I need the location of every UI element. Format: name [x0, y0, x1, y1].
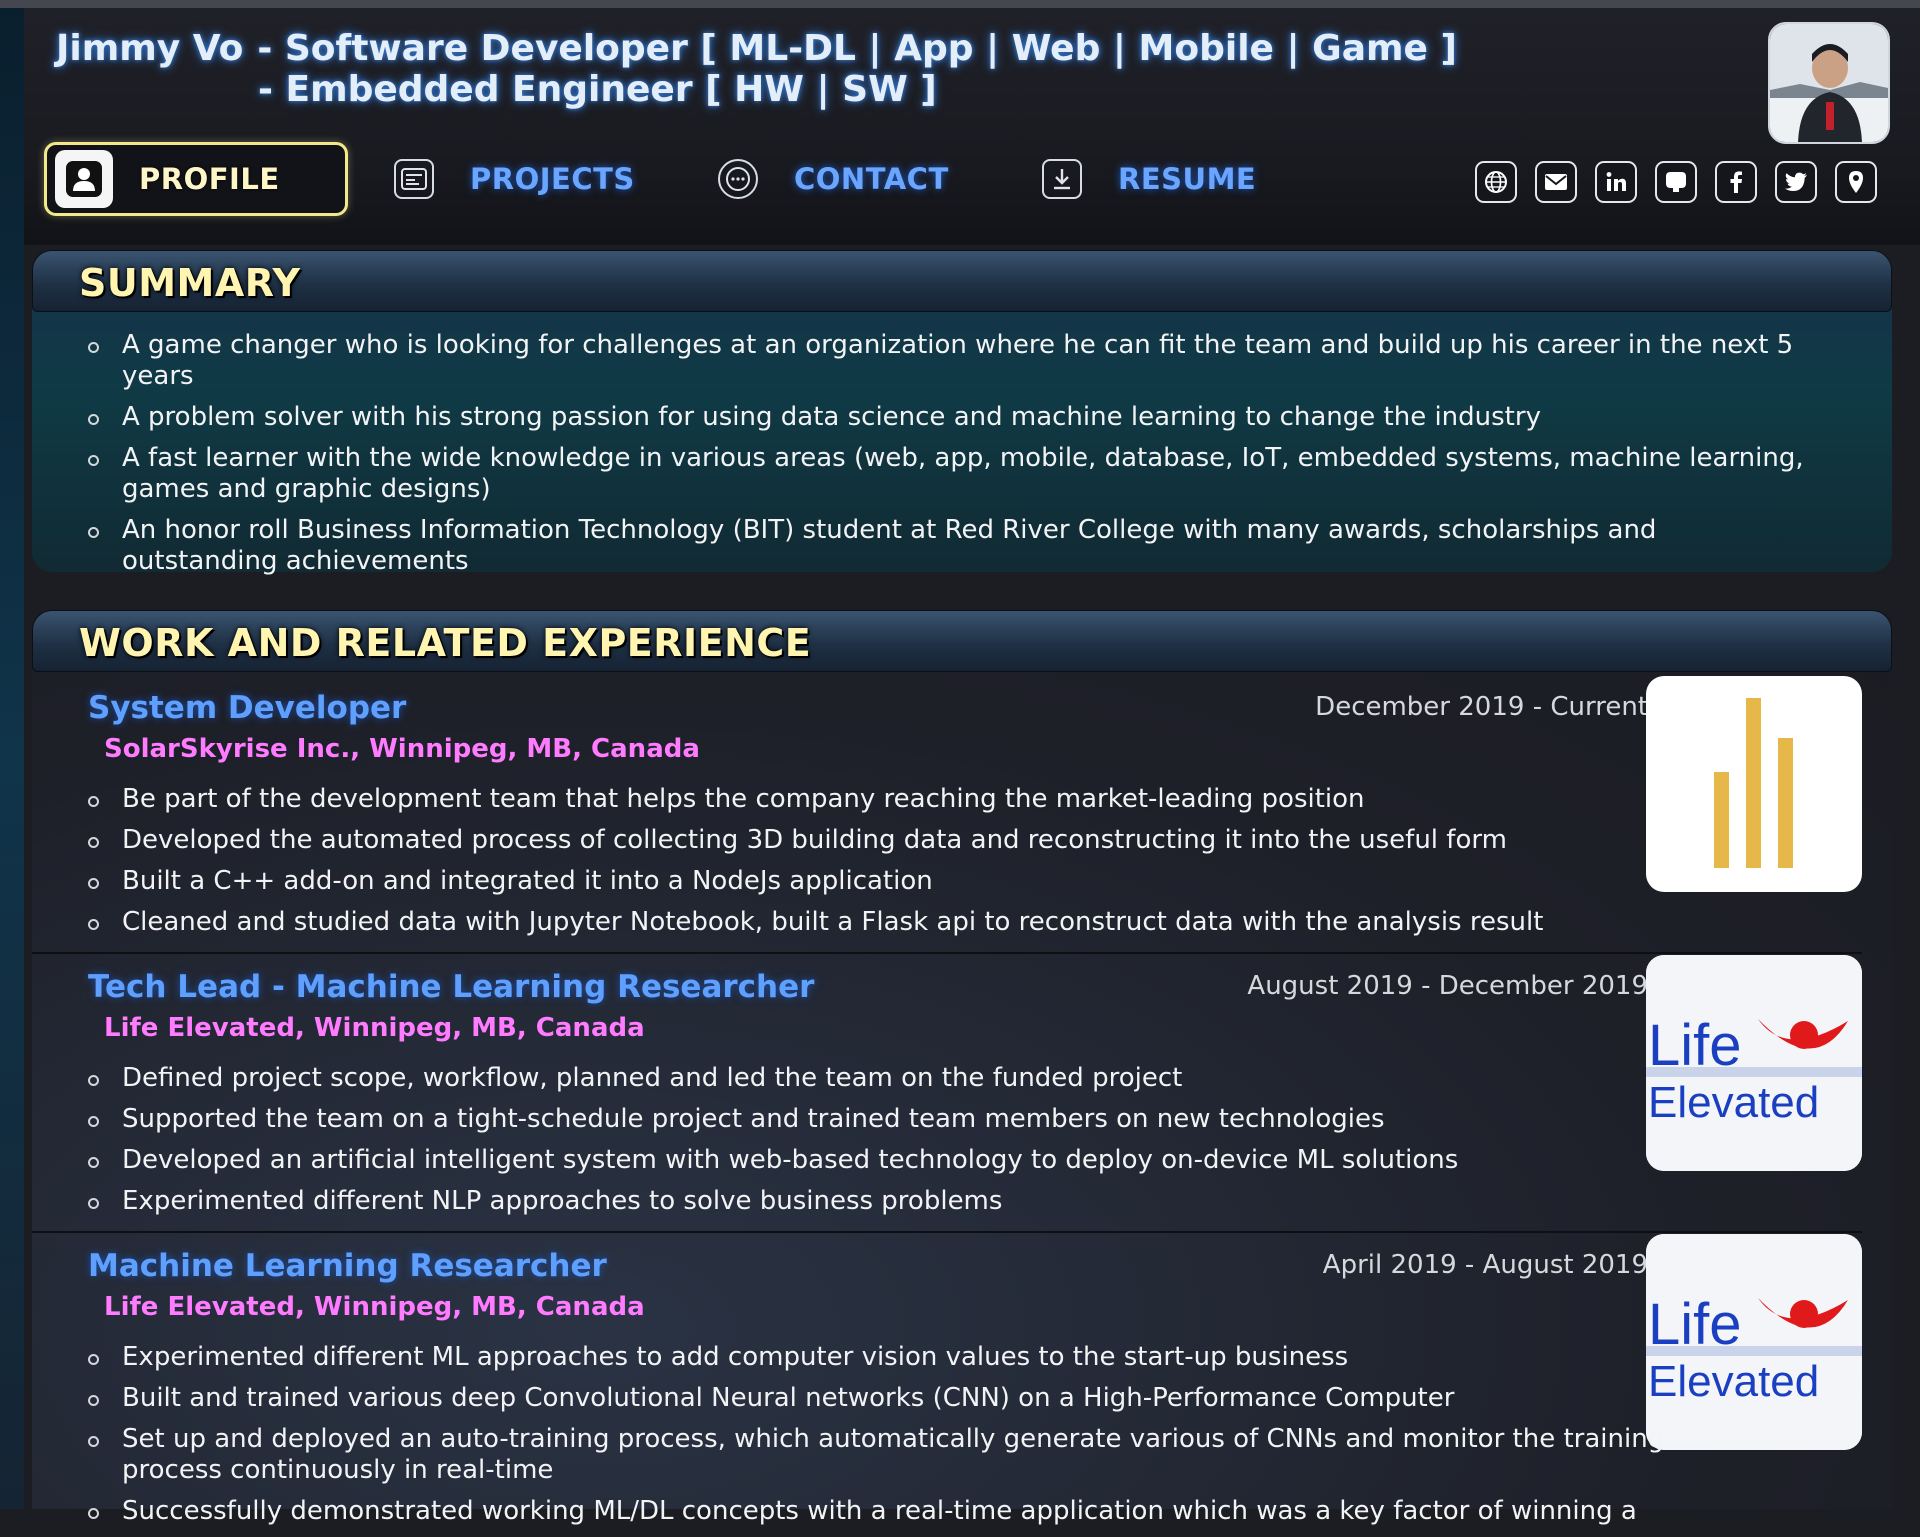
linkedin-icon[interactable]: [1595, 161, 1637, 203]
summary-header: SUMMARY: [32, 250, 1892, 312]
nav-profile-label: PROFILE: [139, 162, 280, 196]
job-bullets: Experimented different ML approaches to …: [32, 1342, 1682, 1537]
title-role-2: - Embedded Engineer [ HW | SW ]: [258, 69, 937, 110]
summary-item: A problem solver with his strong passion…: [32, 402, 1812, 433]
github-icon[interactable]: [1655, 161, 1697, 203]
top-strip: [0, 0, 1920, 8]
nav-profile[interactable]: PROFILE: [44, 142, 348, 216]
nav-projects-label: PROJECTS: [470, 162, 635, 196]
job-date: April 2019 - August 2019: [1322, 1250, 1648, 1280]
nav-resume-label: RESUME: [1118, 162, 1257, 196]
job-title: System Developer: [88, 690, 407, 726]
mail-icon[interactable]: [1535, 161, 1577, 203]
summary-item: A fast learner with the wide knowledge i…: [32, 443, 1812, 505]
facebook-icon[interactable]: [1715, 161, 1757, 203]
globe-icon[interactable]: [1475, 161, 1517, 203]
job-title: Machine Learning Researcher: [88, 1248, 607, 1284]
job-bullet: Built a C++ add-on and integrated it int…: [32, 866, 1682, 897]
summary-title: SUMMARY: [79, 261, 301, 305]
nav-projects[interactable]: PROJECTS: [394, 142, 635, 216]
job-bullets: Be part of the development team that hel…: [32, 784, 1682, 948]
job-bullet: Cleaned and studied data with Jupyter No…: [32, 907, 1682, 938]
sms-icon: [718, 159, 758, 199]
job-bullet: Set up and deployed an auto-training pro…: [32, 1424, 1682, 1486]
work-header: WORK AND RELATED EXPERIENCE: [32, 610, 1892, 672]
page-subtitle: - Embedded Engineer [ HW | SW ]: [56, 69, 937, 110]
job-company: SolarSkyrise Inc., Winnipeg, MB, Canada: [104, 734, 700, 764]
summary-list: A game changer who is looking for challe…: [32, 330, 1812, 587]
job-date: December 2019 - Current: [1315, 692, 1648, 722]
download-icon: [1042, 159, 1082, 199]
nav-contact[interactable]: CONTACT: [718, 142, 949, 216]
nav-contact-label: CONTACT: [794, 162, 949, 196]
job-bullet: Be part of the development team that hel…: [32, 784, 1682, 815]
job-bullet: Successfully demonstrated working ML/DL …: [32, 1496, 1682, 1527]
job-divider: [32, 952, 1862, 954]
projects-icon: [394, 159, 434, 199]
twitter-icon[interactable]: [1775, 161, 1817, 203]
job-bullet: Experimented different NLP approaches to…: [32, 1186, 1682, 1217]
job-bullet: Developed an artificial intelligent syst…: [32, 1145, 1682, 1176]
job-divider: [32, 1231, 1862, 1233]
summary-item: An honor roll Business Information Techn…: [32, 515, 1812, 577]
nav-resume[interactable]: RESUME: [1042, 142, 1256, 216]
page-title: Jimmy Vo - Software Developer [ ML-DL | A…: [56, 28, 1457, 69]
location-icon[interactable]: [1835, 161, 1877, 203]
job-date: August 2019 - December 2019: [1247, 971, 1648, 1001]
job-bullet: Defined project scope, workflow, planned…: [32, 1063, 1682, 1094]
job-title: Tech Lead - Machine Learning Researcher: [88, 969, 815, 1005]
summary-item: A game changer who is looking for challe…: [32, 330, 1812, 392]
user-icon: [55, 150, 113, 208]
job-bullet: Built and trained various deep Convoluti…: [32, 1383, 1682, 1414]
job-bullet: Developed the automated process of colle…: [32, 825, 1682, 856]
owner-name: Jimmy Vo: [56, 28, 244, 69]
job-company: Life Elevated, Winnipeg, MB, Canada: [104, 1013, 645, 1043]
summary-section: SUMMARY A game changer who is looking fo…: [32, 250, 1892, 576]
job-bullet: Supported the team on a tight-schedule p…: [32, 1104, 1682, 1135]
work-section: WORK AND RELATED EXPERIENCE System Devel…: [32, 610, 1892, 1526]
background-edge: [0, 8, 24, 1509]
title-role-1: - Software Developer [ ML-DL | App | Web…: [257, 28, 1457, 69]
job-bullets: Defined project scope, workflow, planned…: [32, 1063, 1682, 1227]
avatar: [1768, 22, 1890, 144]
job-bullet: Experimented different ML approaches to …: [32, 1342, 1682, 1373]
work-title: WORK AND RELATED EXPERIENCE: [79, 621, 812, 665]
job-company: Life Elevated, Winnipeg, MB, Canada: [104, 1292, 645, 1322]
